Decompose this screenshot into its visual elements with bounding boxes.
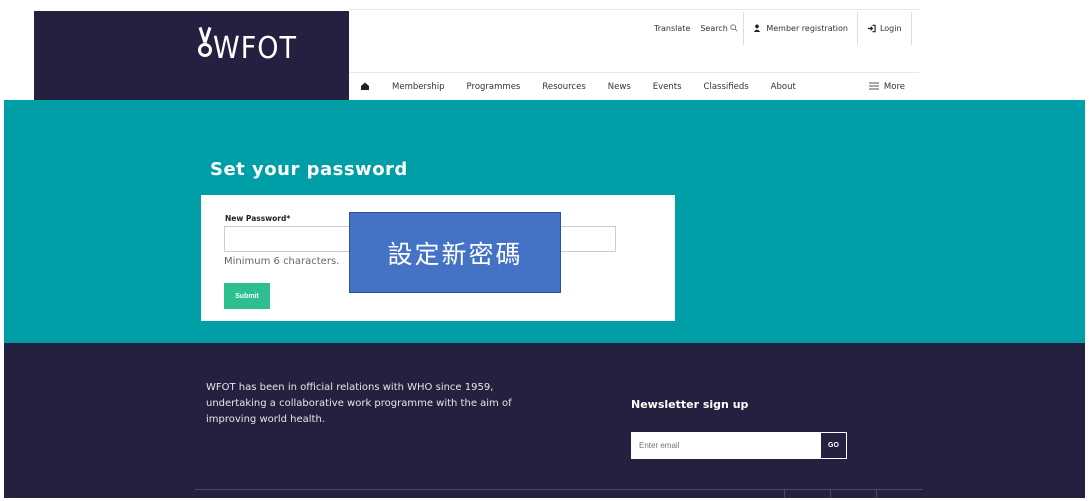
annotation-overlay: 設定新密碼	[349, 212, 561, 293]
nav-classifieds[interactable]: Classifieds	[693, 82, 760, 92]
logo-text: WFOT	[213, 31, 297, 66]
page-title: Set your password	[210, 159, 408, 180]
nav-membership[interactable]: Membership	[381, 82, 456, 92]
member-registration-button[interactable]: Member registration	[743, 11, 857, 45]
member-registration-label: Member registration	[766, 23, 848, 33]
newsletter-title: Newsletter sign up	[631, 398, 749, 411]
search-label: Search	[700, 23, 728, 33]
more-label: More	[883, 82, 905, 92]
main-nav: Membership Programmes Resources News Eve…	[349, 72, 919, 101]
login-button[interactable]: Login	[856, 11, 912, 45]
nav-events[interactable]: Events	[642, 82, 693, 92]
nav-programmes[interactable]: Programmes	[456, 82, 532, 92]
menu-icon	[869, 82, 880, 90]
nav-about[interactable]: About	[760, 82, 807, 92]
utility-nav: Translate Search Member registration Log…	[649, 11, 912, 45]
newsletter-email-input[interactable]	[631, 432, 820, 459]
nav-more-button[interactable]: More	[869, 82, 905, 92]
home-icon	[361, 82, 369, 90]
translate-link[interactable]: Translate	[649, 24, 695, 33]
newsletter-go-button[interactable]: GO	[820, 432, 847, 459]
header-logo-block	[34, 11, 349, 101]
user-icon	[754, 24, 761, 32]
footer-social-slot	[784, 489, 831, 498]
site-logo[interactable]: WFOT	[198, 34, 297, 64]
footer-social-slot	[876, 489, 923, 498]
wfot-emblem-icon	[198, 42, 212, 57]
nav-home[interactable]	[349, 81, 381, 94]
search-link[interactable]: Search	[695, 24, 743, 33]
password-hint: Minimum 6 characters.	[224, 256, 340, 267]
footer-social-slot	[830, 489, 877, 498]
nav-news[interactable]: News	[597, 82, 642, 92]
login-label: Login	[879, 23, 902, 33]
search-icon	[730, 23, 738, 32]
header-divider	[349, 9, 919, 10]
browser-viewport: WFOT Translate Search Member registratio…	[4, 4, 1085, 498]
footer-about-text: WFOT has been in official relations with…	[206, 382, 512, 425]
password-label: New Password*	[225, 214, 291, 223]
footer	[4, 343, 1085, 498]
submit-button[interactable]: Submit	[224, 283, 270, 309]
nav-resources[interactable]: Resources	[531, 82, 596, 92]
login-icon	[867, 24, 876, 32]
